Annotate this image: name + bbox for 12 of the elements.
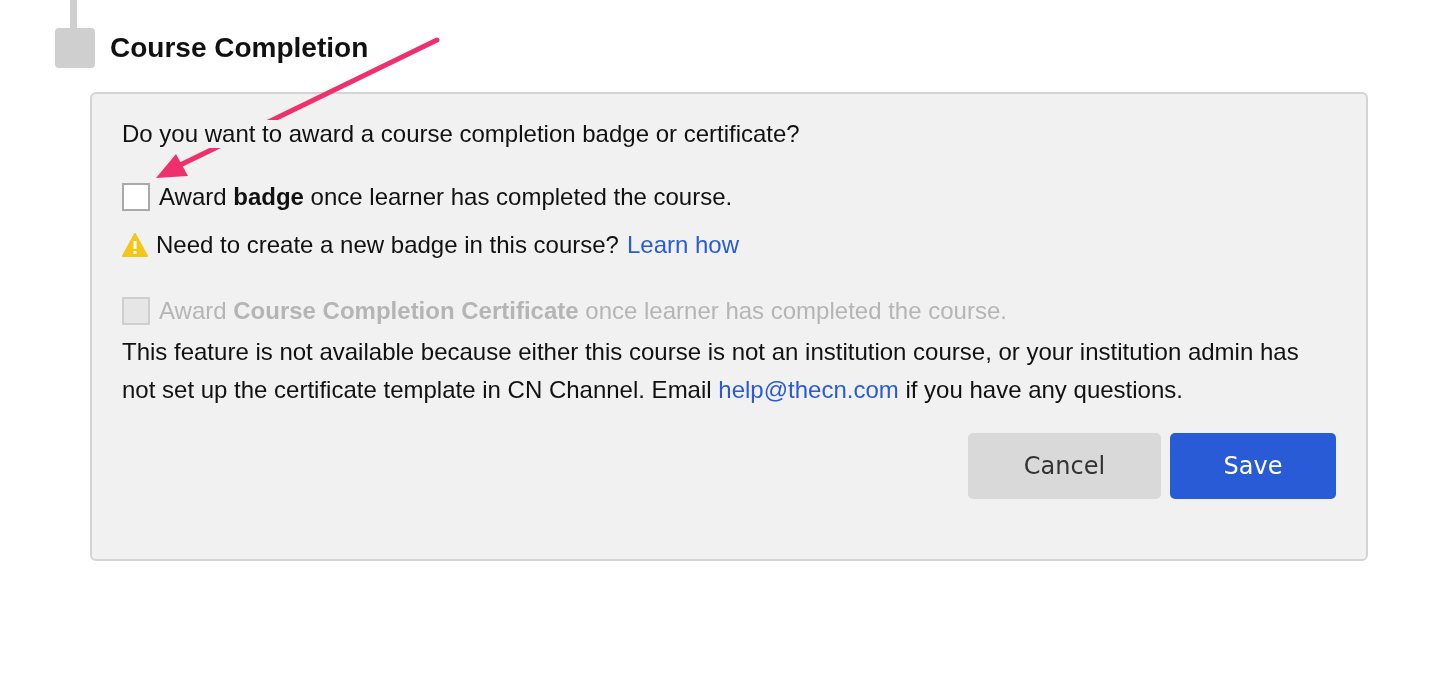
section-title: Course Completion (110, 32, 369, 64)
warning-icon (122, 233, 148, 257)
timeline-marker (55, 28, 95, 68)
option-label: Award badge once learner has completed the course. (159, 183, 733, 211)
question-text: Do you want to award a course completion badge or certificate? (122, 120, 800, 148)
learn-how-link[interactable]: Learn how (626, 231, 740, 259)
cancel-button[interactable]: Cancel (968, 433, 1161, 499)
checkbox[interactable] (122, 183, 150, 211)
option-label: Award Course Completion Certificate once learner has completed the course. (159, 297, 1007, 325)
warning-text: Need to create a new badge in this course? (156, 231, 619, 259)
save-button[interactable]: Save (1170, 433, 1336, 499)
notice-text: This feature is not available because either this course is not an institution course, or your institution admin has not set up the certificate template in CN Channel. Email help@thecn.com if you have any questions. (122, 337, 1300, 405)
